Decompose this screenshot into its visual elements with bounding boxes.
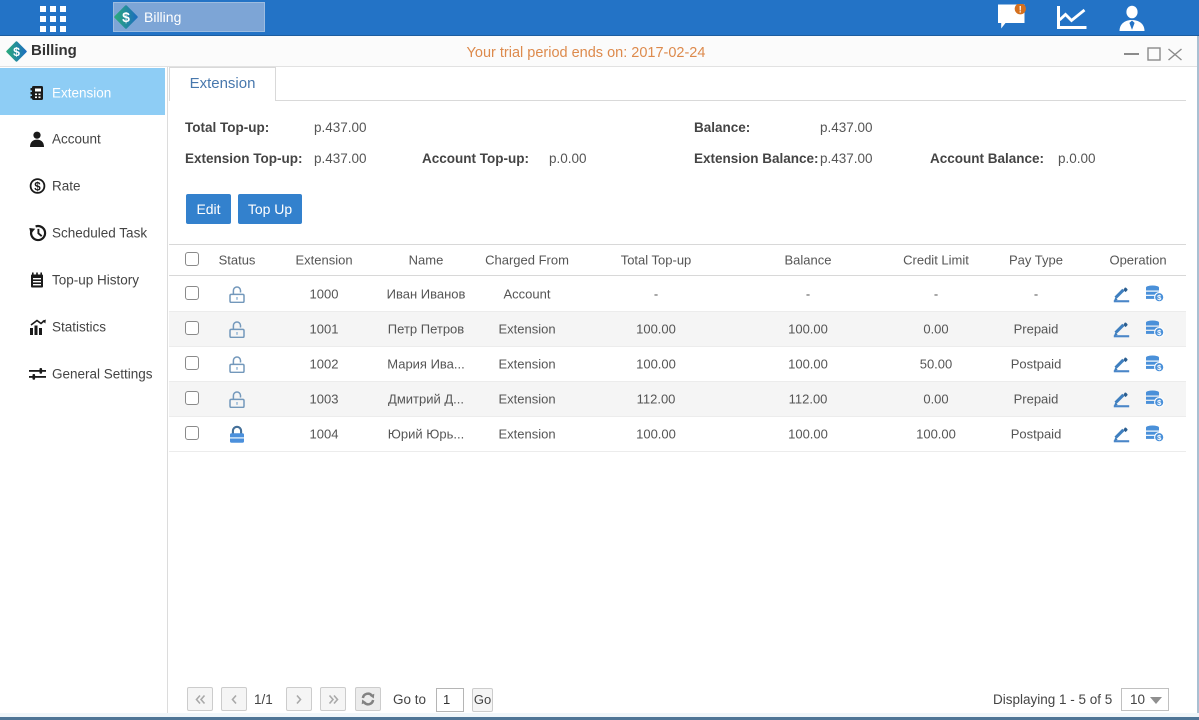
svg-text:$: $ [122, 9, 130, 25]
svg-text:!: ! [1019, 4, 1022, 14]
svg-text:$: $ [13, 45, 20, 59]
svg-text:$: $ [34, 181, 41, 193]
